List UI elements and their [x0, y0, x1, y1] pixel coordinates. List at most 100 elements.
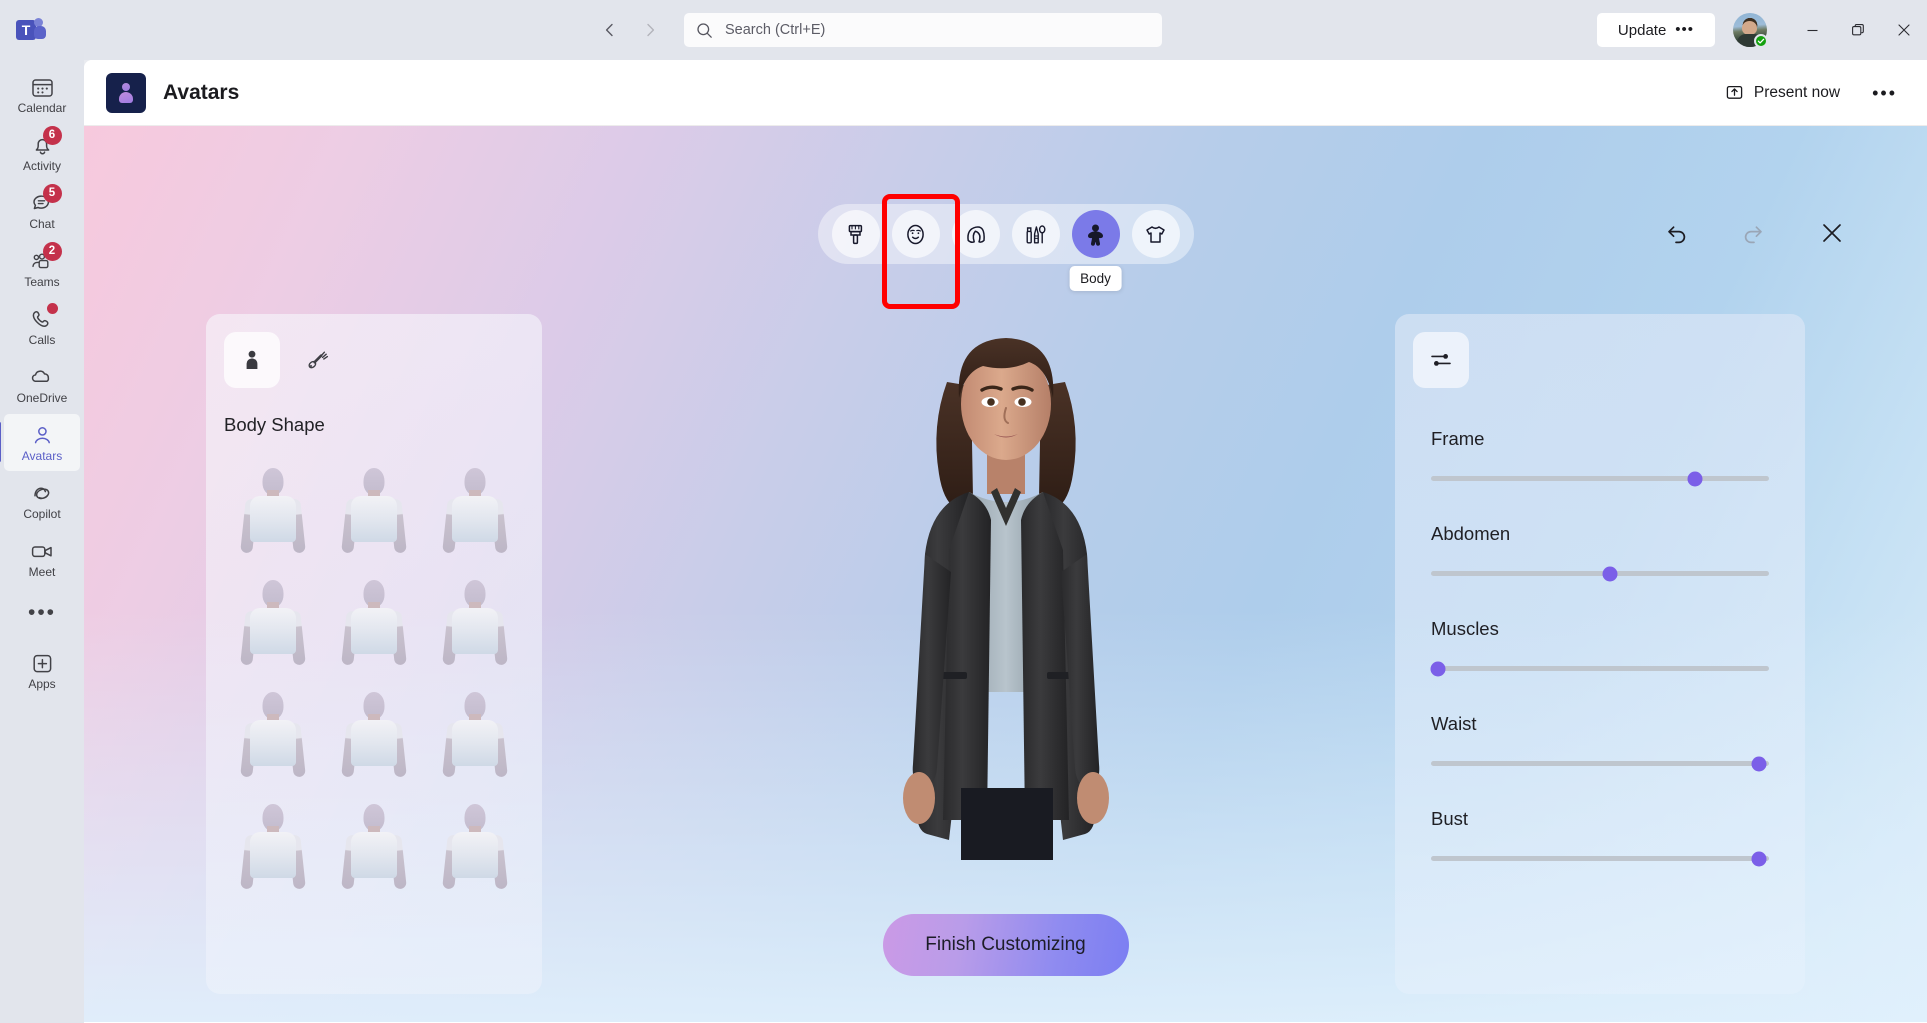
apps-add-icon	[30, 650, 55, 676]
sidebar-item-meet[interactable]: Meet	[4, 530, 80, 587]
slider-thumb[interactable]	[1751, 851, 1767, 866]
sidebar-label: Teams	[24, 275, 60, 289]
slider-label: Bust	[1431, 808, 1469, 829]
slider-track[interactable]	[1431, 566, 1769, 581]
body-shape-option[interactable]	[226, 682, 319, 782]
sidebar-item-activity[interactable]: 6 Activity	[4, 124, 80, 181]
phone-icon	[30, 303, 58, 332]
title-bar: T Search (Ctrl+E) Update •••	[0, 0, 1927, 60]
body-shape-option[interactable]	[226, 458, 319, 558]
slider-thumb[interactable]	[1751, 756, 1767, 771]
check-icon	[1757, 38, 1765, 44]
maximize-button[interactable]	[1835, 0, 1881, 60]
sidebar-more-button[interactable]: •••	[4, 588, 80, 638]
sidebar-item-chat[interactable]: 5 Chat	[4, 182, 80, 239]
body-shape-option[interactable]	[226, 794, 319, 894]
paintbrush-icon	[848, 224, 863, 244]
slider-track[interactable]	[1431, 851, 1769, 866]
forward-button[interactable]	[634, 14, 666, 46]
update-label: Update	[1617, 21, 1667, 39]
undo-icon	[1668, 226, 1686, 244]
user-avatar[interactable]	[1733, 13, 1768, 48]
update-more-dots: •••	[1675, 21, 1695, 38]
avatar-figure	[902, 338, 1109, 860]
right-panel-tabs	[1395, 314, 1805, 388]
body-shape-option[interactable]	[327, 794, 420, 894]
body-shape-option[interactable]	[327, 570, 420, 670]
close-button[interactable]	[1881, 0, 1927, 60]
body-shape-option[interactable]	[327, 682, 420, 782]
chat-icon: 5	[30, 184, 62, 216]
search-input[interactable]	[725, 22, 1150, 38]
sidebar-label: Meet	[28, 565, 56, 579]
prosthetic-arm-icon	[308, 351, 329, 369]
category-hair-button[interactable]	[951, 210, 1000, 258]
category-face-button[interactable]	[891, 210, 940, 258]
bell-icon: 6	[30, 126, 62, 158]
calls-dot-badge	[46, 303, 58, 314]
category-makeup-button[interactable]	[1011, 210, 1060, 258]
tab-prosthetics[interactable]	[290, 332, 346, 388]
body-shape-panel: Body Shape	[206, 314, 542, 994]
cloud-icon	[29, 364, 55, 390]
slider-thumb[interactable]	[1602, 566, 1618, 581]
presence-available-badge	[1754, 34, 1768, 48]
tshirt-icon	[1146, 225, 1165, 243]
undo-button[interactable]	[1659, 216, 1693, 250]
slider-label: Abdomen	[1431, 523, 1511, 544]
body-shape-grid	[206, 436, 542, 894]
slider-track[interactable]	[1430, 661, 1769, 676]
sidebar-item-onedrive[interactable]: OneDrive	[4, 356, 80, 413]
body-shape-option[interactable]	[226, 570, 319, 670]
category-clothing-button[interactable]	[1131, 210, 1180, 258]
body-shape-option[interactable]	[327, 458, 420, 558]
chevron-right-icon	[647, 23, 655, 37]
body-shape-option[interactable]	[429, 570, 522, 670]
body-shape-option[interactable]	[429, 458, 522, 558]
present-now-button[interactable]: Present now	[1721, 77, 1844, 108]
back-button[interactable]	[594, 14, 626, 46]
body-shape-option[interactable]	[429, 794, 522, 894]
search-container	[684, 13, 1162, 47]
left-panel-tabs	[206, 314, 542, 388]
close-editor-button[interactable]	[1815, 216, 1849, 250]
slider-track[interactable]	[1431, 471, 1769, 486]
app-header-more-button[interactable]: •••	[1864, 83, 1905, 103]
app-header-actions: Present now •••	[1721, 77, 1905, 108]
restore-icon	[1852, 24, 1864, 36]
face-icon	[907, 224, 924, 244]
app-header: Avatars Present now •••	[84, 60, 1927, 126]
tab-adjust-sliders[interactable]	[1413, 332, 1469, 388]
slider-thumb[interactable]	[1687, 471, 1703, 486]
slider-track[interactable]	[1431, 756, 1769, 771]
slider-thumb[interactable]	[1430, 661, 1446, 676]
share-screen-icon	[1726, 85, 1743, 99]
body-icon	[1087, 224, 1104, 246]
stage-action-buttons	[1659, 216, 1849, 250]
category-body-button[interactable]: Body	[1069, 210, 1122, 291]
category-style-button[interactable]	[831, 210, 880, 258]
sidebar-item-teams[interactable]: 2 Teams	[4, 240, 80, 297]
sidebar-item-avatars[interactable]: Avatars	[0, 414, 80, 471]
sidebar-label: Copilot	[23, 507, 61, 521]
sidebar-item-calls[interactable]: Calls	[4, 298, 80, 355]
redo-icon	[1744, 226, 1762, 244]
sidebar-item-apps[interactable]: Apps	[4, 642, 80, 699]
search-box[interactable]	[684, 13, 1162, 47]
category-tooltip: Body	[1069, 266, 1122, 291]
search-icon	[696, 22, 713, 39]
sidebar-item-copilot[interactable]: Copilot	[4, 472, 80, 529]
person-icon	[30, 422, 55, 448]
sidebar-item-calendar[interactable]: Calendar	[4, 66, 80, 123]
sidebar-label: Calls	[28, 333, 56, 347]
chat-badge: 5	[42, 184, 62, 203]
body-shape-option[interactable]	[429, 682, 522, 782]
redo-button[interactable]	[1737, 216, 1771, 250]
tab-body-shape[interactable]	[224, 332, 280, 388]
finish-customizing-button[interactable]: Finish Customizing	[882, 914, 1129, 976]
update-button[interactable]: Update •••	[1597, 13, 1715, 47]
slider-waist: Waist	[1431, 713, 1769, 771]
sidebar-label: Avatars	[21, 449, 63, 463]
minimize-button[interactable]	[1789, 0, 1835, 60]
titlebar-right: Update •••	[1597, 0, 1927, 60]
